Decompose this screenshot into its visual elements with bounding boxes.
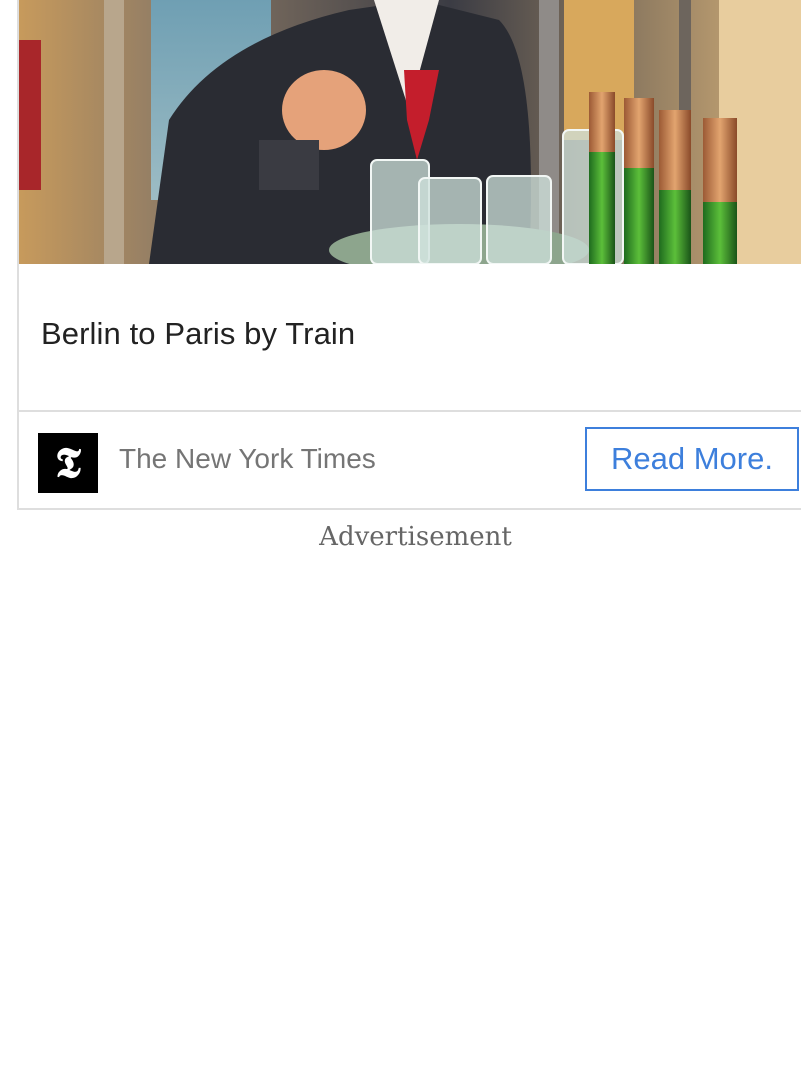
ad-hero-image[interactable]	[19, 0, 801, 264]
card-divider	[19, 410, 801, 412]
read-more-button[interactable]: Read More.	[585, 427, 799, 491]
ad-card[interactable]: Berlin to Paris by Train 𝕿 The New York …	[17, 0, 801, 510]
train-attendant-photo	[19, 0, 801, 264]
nyt-logo-icon: 𝕿	[38, 433, 98, 493]
advertisement-label: Advertisement	[319, 522, 512, 552]
publisher-name: The New York Times	[119, 443, 376, 474]
page: Berlin to Paris by Train 𝕿 The New York …	[0, 0, 801, 1083]
ad-headline[interactable]: Berlin to Paris by Train	[41, 316, 355, 352]
